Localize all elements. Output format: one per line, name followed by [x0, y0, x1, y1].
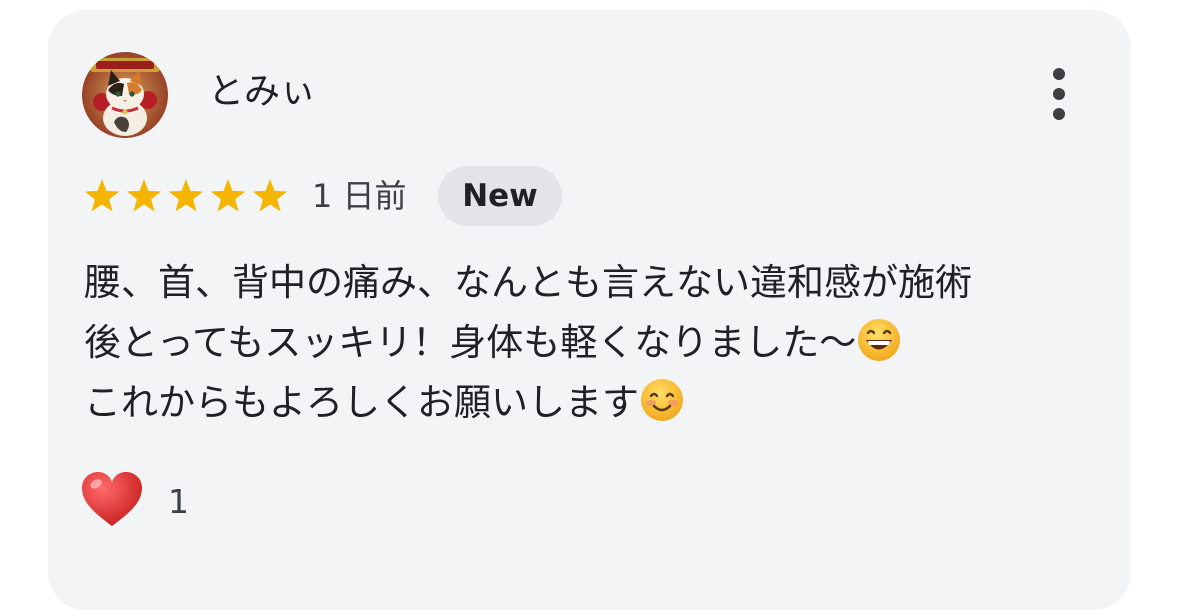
star-icon — [210, 179, 246, 212]
reaction-count: 1 — [168, 482, 189, 521]
star-icon — [126, 179, 162, 212]
more-vert-dot — [1053, 88, 1065, 100]
star-icon — [168, 179, 204, 212]
more-vert-icon — [1053, 68, 1065, 80]
reaction-button[interactable]: 1 — [80, 470, 280, 534]
review-text: 腰、首、背中の痛み、なんとも言えない違和感が施術 後とってもスッキリ！身体も軽く… — [84, 253, 1114, 433]
review-date: 1 日前 — [312, 177, 407, 215]
new-badge: New — [438, 166, 562, 226]
review-card: とみぃ 1 日前 New 腰、首、背中の痛み、なんとも言えない違和感が施術 後と… — [48, 10, 1131, 610]
more-vert-dot — [1053, 108, 1065, 120]
review-text-segment: 腰、首、背中の痛み、なんとも言えない違和感が施術 — [84, 261, 972, 304]
review-text-line: これからもよろしくお願いします — [84, 373, 1114, 433]
heart-icon — [82, 472, 142, 526]
more-options-button[interactable] — [1038, 62, 1082, 126]
author-avatar[interactable] — [82, 52, 168, 138]
calico-cat-avatar-icon — [82, 52, 168, 138]
review-text-line: 後とってもスッキリ！身体も軽くなりました〜 — [84, 313, 1114, 373]
stars-svg — [84, 179, 288, 212]
star-rating — [84, 178, 289, 214]
review-text-segment: 後とってもスッキリ！身体も軽くなりました〜 — [84, 321, 857, 364]
smiling-face-icon — [641, 379, 683, 421]
grinning-face-icon — [858, 319, 901, 361]
star-icon — [252, 179, 288, 212]
star-icon — [84, 179, 120, 212]
review-text-line: 腰、首、背中の痛み、なんとも言えない違和感が施術 — [84, 253, 1114, 313]
author-name[interactable]: とみぃ — [208, 70, 316, 114]
review-text-segment: これからもよろしくお願いします — [84, 381, 639, 424]
review-meta: 1 日前 New — [84, 166, 684, 226]
